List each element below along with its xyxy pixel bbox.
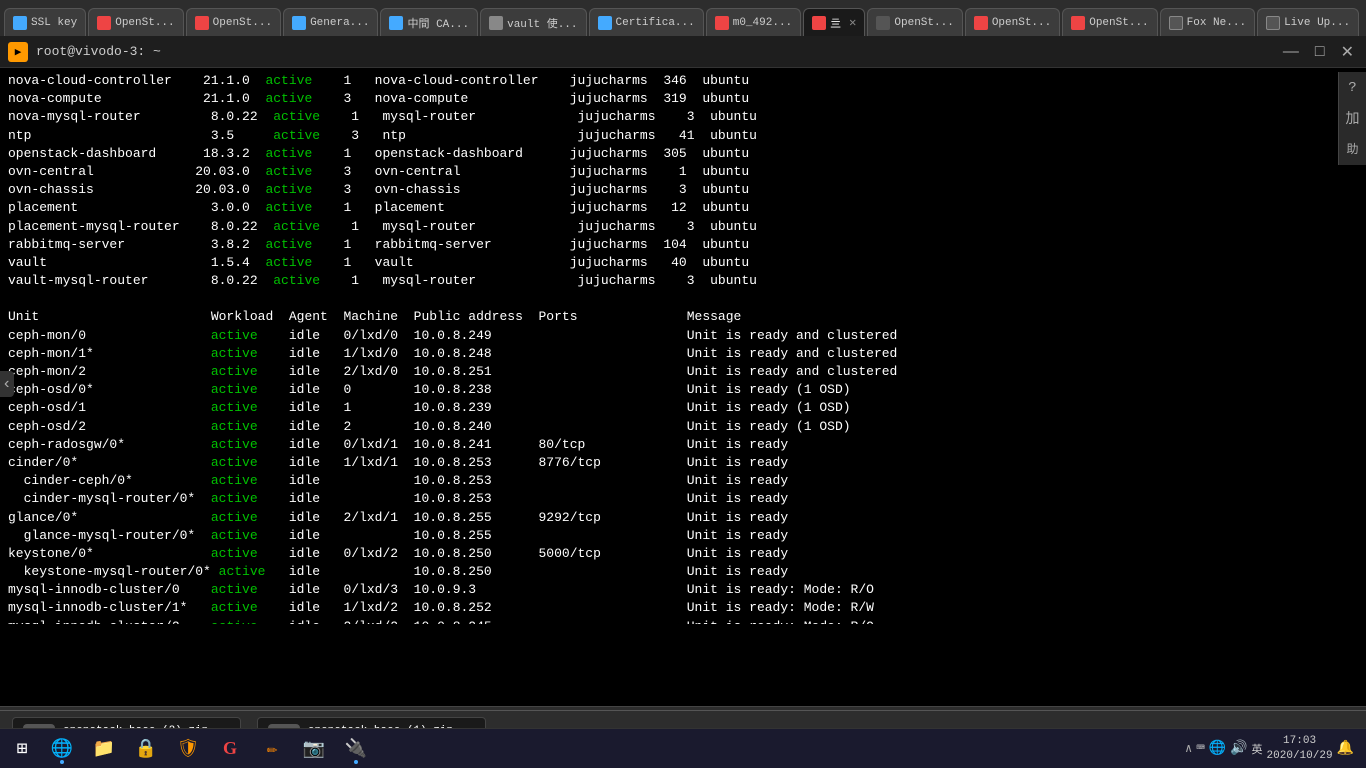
help-zh-icon[interactable]: 助 (1346, 140, 1358, 157)
tab-genera[interactable]: Genera... (283, 8, 378, 36)
tab-favicon (715, 16, 729, 30)
security-icon: 🔒 (135, 738, 157, 760)
taskbar-volume-icon: 🔊 (1230, 740, 1247, 757)
add-icon[interactable]: 加 (1346, 108, 1360, 128)
explorer-icon: 📁 (93, 738, 115, 760)
tab-ssl[interactable]: SSL key (4, 8, 86, 36)
tab-favicon (195, 16, 209, 30)
tab-active[interactable]: 亖 ✕ (803, 8, 865, 36)
tab-openst2[interactable]: OpenSt... (186, 8, 281, 36)
right-sidebar: ? 加 助 (1338, 72, 1366, 165)
tab-favicon (489, 16, 503, 30)
taskbar-security[interactable]: 🔒 (126, 731, 166, 767)
tab-openst3[interactable]: OpenSt... (867, 8, 962, 36)
tab-favicon (389, 16, 403, 30)
notification-icon[interactable]: 🔔 (1337, 740, 1354, 757)
app-g-icon: G (223, 738, 237, 759)
filezilla-icon: 🔌 (345, 738, 367, 760)
taskbar-app-g[interactable]: G (210, 731, 250, 767)
tab-label: Fox Ne... (1187, 17, 1246, 29)
terminal-titlebar: ▶ root@vivodo-3: ~ — □ ✕ (0, 36, 1366, 68)
maximize-button[interactable]: □ (1311, 42, 1329, 62)
tab-label: Genera... (310, 17, 369, 29)
taskbar-lang-indicator: 英 (1252, 741, 1263, 757)
tab-close-icon[interactable]: ✕ (849, 15, 856, 30)
tab-favicon (97, 16, 111, 30)
terminal-content: nova-cloud-controller 21.1.0 active 1 no… (0, 68, 1366, 624)
tab-label: OpenSt... (894, 17, 953, 29)
tab-vault[interactable]: vault 使... (480, 8, 586, 36)
taskbar-edge[interactable]: 🌐 (42, 731, 82, 767)
tab-openst4[interactable]: OpenSt... (965, 8, 1060, 36)
taskbar-clock: 17:03 2020/10/29 (1267, 734, 1333, 763)
taskbar-camera[interactable]: 📷 (294, 731, 334, 767)
taskbar-keyboard-icon: ⌨ (1196, 740, 1204, 757)
minimize-button[interactable]: — (1279, 42, 1303, 62)
edge-icon: 🌐 (51, 738, 73, 760)
taskbar-defender[interactable]: 🛡 (168, 731, 208, 767)
tab-favicon (1266, 16, 1280, 30)
camera-icon: 📷 (303, 738, 325, 760)
tab-cert[interactable]: Certifica... (589, 8, 704, 36)
tab-label: OpenSt... (115, 17, 174, 29)
taskbar-filezilla[interactable]: 🔌 (336, 731, 376, 767)
tab-foxnew[interactable]: Fox Ne... (1160, 8, 1255, 36)
tab-label: vault 使... (507, 15, 577, 31)
tab-liveup[interactable]: Live Up... (1257, 8, 1359, 36)
tab-openst5[interactable]: OpenSt... (1062, 8, 1157, 36)
titlebar-title: root@vivodo-3: ~ (36, 44, 161, 59)
taskbar-typora[interactable]: ✏ (252, 731, 292, 767)
tab-m0[interactable]: m0_492... (706, 8, 801, 36)
browser-tabsbar[interactable]: SSL key OpenSt... OpenSt... Genera... 中間… (0, 0, 1366, 36)
taskbar: ⊞ 🌐 📁 🔒 🛡 G ✏ 📷 🔌 ∧ ⌨ 🌐 🔊 英 17:03 2020/1… (0, 728, 1366, 768)
taskbar-explorer[interactable]: 📁 (84, 731, 124, 767)
window-controls: — □ ✕ (1279, 42, 1358, 62)
tab-favicon (598, 16, 612, 30)
tab-favicon (13, 16, 27, 30)
tab-label: 中間 CA... (407, 15, 469, 31)
tab-label: SSL key (31, 17, 77, 29)
tab-label: OpenSt... (213, 17, 272, 29)
tab-favicon (1071, 16, 1085, 30)
taskbar-network-icon: 🌐 (1209, 740, 1226, 757)
clock-date: 2020/10/29 (1267, 749, 1333, 763)
tab-favicon (974, 16, 988, 30)
tab-openst1[interactable]: OpenSt... (88, 8, 183, 36)
terminal-text: nova-cloud-controller 21.1.0 active 1 no… (8, 72, 1358, 624)
left-nav-arrow[interactable]: ‹ (0, 371, 14, 397)
tab-label: OpenSt... (1089, 17, 1148, 29)
tab-label: Certifica... (616, 17, 695, 29)
defender-icon: 🛡 (177, 738, 200, 760)
tab-favicon (812, 16, 826, 30)
tab-label: m0_492... (733, 17, 792, 29)
tab-label: 亖 (830, 15, 841, 31)
tab-favicon (876, 16, 890, 30)
typora-icon: ✏ (267, 738, 278, 760)
close-button[interactable]: ✕ (1337, 42, 1358, 62)
tab-label: Live Up... (1284, 17, 1350, 29)
tab-favicon (292, 16, 306, 30)
tab-favicon (1169, 16, 1183, 30)
taskbar-right: ∧ ⌨ 🌐 🔊 英 17:03 2020/10/29 🔔 (1185, 734, 1362, 763)
start-button[interactable]: ⊞ (4, 731, 40, 767)
help-icon[interactable]: ? (1348, 80, 1356, 96)
taskbar-show-hidden[interactable]: ∧ (1185, 741, 1192, 756)
start-icon: ⊞ (17, 738, 28, 760)
terminal-icon: ▶ (8, 42, 28, 62)
new-tab-button[interactable]: + (1361, 16, 1366, 36)
tab-label: OpenSt... (992, 17, 1051, 29)
tab-zhongca[interactable]: 中間 CA... (380, 8, 478, 36)
clock-time: 17:03 (1267, 734, 1333, 748)
